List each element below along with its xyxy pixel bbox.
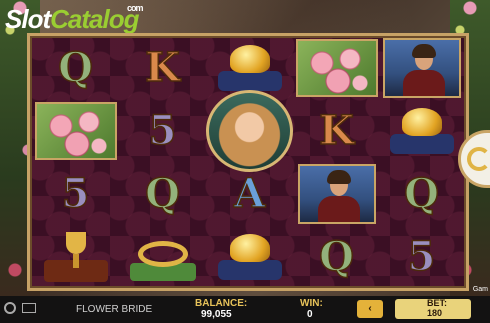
win-label: WIN: [300, 298, 323, 309]
reel-cell: K [293, 99, 380, 162]
reel-cell [206, 225, 293, 288]
symbol-5: 5 [407, 232, 436, 280]
game-title: FLOWER BRIDE [76, 304, 153, 315]
game-info-label[interactable]: Gam [473, 286, 488, 293]
reel-cell [32, 225, 119, 288]
bride-wild-symbol [206, 90, 293, 172]
reel-cell [293, 162, 380, 225]
symbol-5: 5 [61, 169, 90, 217]
reel-cell: A [206, 162, 293, 225]
roses-symbol [34, 101, 117, 160]
symbol-a: A [233, 169, 266, 217]
reel-cell: Q [32, 36, 119, 99]
gold-helmet-symbol [217, 233, 282, 280]
balance-value: 99,055 [201, 309, 232, 320]
reel-cell: K [119, 36, 206, 99]
reel-cell: Q [119, 162, 206, 225]
symbol-5: 5 [148, 106, 177, 154]
symbol-q: Q [318, 232, 354, 280]
balance-label: BALANCE: [195, 298, 248, 309]
reel-cell [378, 99, 465, 162]
goblet-symbol [43, 231, 108, 282]
home-icon[interactable] [4, 302, 16, 314]
reel-cell [378, 36, 465, 99]
sound-icon[interactable] [22, 303, 36, 313]
roses-symbol [295, 38, 378, 97]
game-frame: SlotCatalog com Q 5 K 5 Q A K Q Q 5 [0, 0, 490, 296]
reel-cell [206, 90, 293, 172]
symbol-q: Q [403, 169, 439, 217]
bet-decrease-button[interactable]: ‹ [357, 300, 383, 318]
win-value: 0 [307, 309, 313, 320]
bet-value: 180 [427, 308, 443, 318]
reel-cell: Q [293, 225, 380, 288]
reel-cell [119, 225, 206, 288]
spin-arrow-icon [467, 147, 490, 171]
reel-cell: Q [378, 162, 465, 225]
gold-helmet-symbol [217, 44, 282, 91]
symbol-k: K [318, 106, 354, 154]
prince-symbol [382, 37, 461, 98]
symbol-q: Q [144, 169, 180, 217]
reel-cell [293, 36, 380, 99]
symbol-k: K [144, 43, 180, 91]
reel-cell: 5 [32, 162, 119, 225]
site-logo: SlotCatalog com [5, 3, 143, 34]
reel-cell: 5 [378, 225, 465, 288]
reel-cell [32, 99, 119, 162]
reel-cell: 5 [119, 99, 206, 162]
status-bar: FLOWER BRIDE BALANCE: 99,055 WIN: 0 ‹ BE… [0, 286, 490, 323]
gold-helmet-symbol [389, 107, 454, 154]
bet-label: BET: [427, 298, 447, 308]
prince-symbol [297, 163, 376, 224]
reels-grid: Q 5 K 5 Q A K Q Q 5 [27, 33, 469, 291]
symbol-q: Q [57, 43, 93, 91]
crown-symbol [129, 233, 196, 281]
